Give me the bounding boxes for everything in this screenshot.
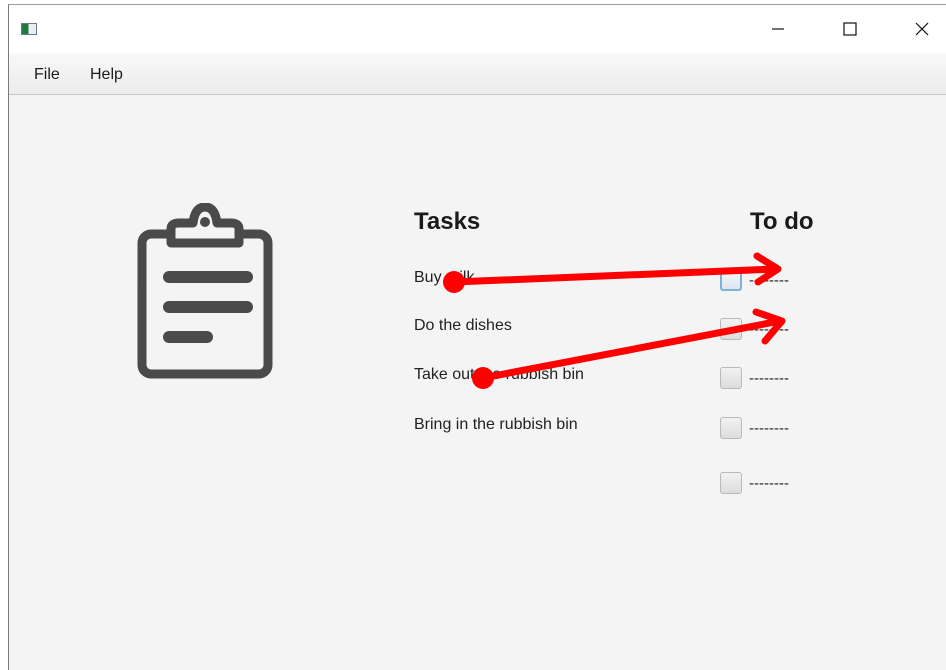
minimize-button[interactable] [755,5,801,53]
close-icon [915,22,929,36]
todo-slot-text: -------- [749,419,789,437]
task-item[interactable]: Take out the rubbish bin [414,366,584,384]
menu-file[interactable]: File [34,66,60,84]
minimize-icon [772,28,784,30]
todo-slot: -------- [720,416,789,440]
task-item[interactable]: Bring in the rubbish bin [414,416,578,434]
todo-checkbox[interactable] [720,417,742,439]
task-item[interactable]: Buy milk [414,269,474,287]
close-button[interactable] [899,5,945,53]
clipboard-icon [135,202,275,386]
menu-help[interactable]: Help [90,66,123,84]
todo-slot-text: -------- [749,271,789,289]
todo-slot-text: -------- [749,474,789,492]
maximize-icon [843,22,857,36]
todo-heading: To do [750,208,814,235]
todo-slot: -------- [720,317,789,341]
todo-slot-text: -------- [749,369,789,387]
app-window: File Help Tasks To do Buy milk Do the di… [8,4,946,670]
todo-slot: -------- [720,366,789,390]
title-bar [9,5,946,53]
task-item[interactable]: Do the dishes [414,317,512,335]
maximize-button[interactable] [827,5,873,53]
todo-checkbox[interactable] [720,472,742,494]
todo-slot-text: -------- [749,320,789,338]
todo-checkbox[interactable] [720,318,742,340]
app-icon [21,23,37,35]
todo-slot: -------- [720,268,789,292]
menu-bar: File Help [9,53,946,95]
todo-slot: -------- [720,471,789,495]
todo-checkbox[interactable] [720,367,742,389]
tasks-heading: Tasks [414,208,481,235]
todo-checkbox[interactable] [720,269,742,291]
